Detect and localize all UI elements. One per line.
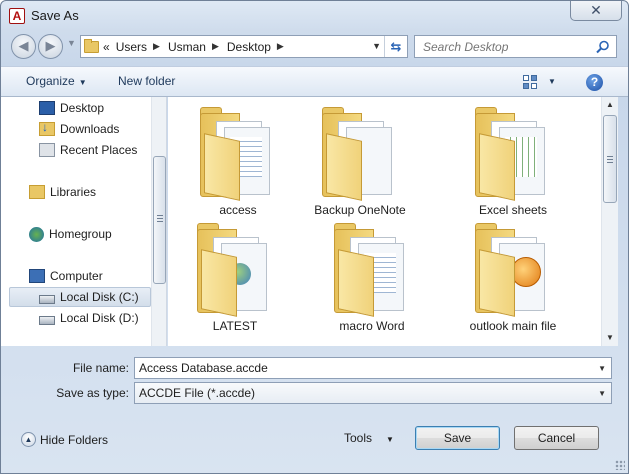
file-name-field[interactable]: Access Database.accde ▼: [134, 357, 612, 379]
scroll-down-icon[interactable]: ▼: [606, 333, 614, 342]
desktop-icon: [39, 101, 55, 115]
folder-icon: [197, 223, 271, 317]
nav-item-local-disk-d[interactable]: Local Disk (D:): [1, 308, 151, 328]
folder-item-backup-onenote[interactable]: Backup OneNote: [295, 99, 425, 217]
file-list-scroll-thumb[interactable]: [603, 115, 617, 203]
search-icon[interactable]: [596, 40, 610, 54]
hide-folders-button[interactable]: ▲ Hide Folders: [21, 432, 108, 447]
libraries-icon: [29, 185, 45, 199]
navigation-scrollbar[interactable]: [151, 97, 166, 346]
grip-icon: [607, 156, 613, 163]
save-button[interactable]: Save: [415, 426, 500, 450]
chevron-down-icon: ▼: [78, 78, 87, 87]
folder-label: LATEST: [212, 319, 258, 333]
change-view-icon[interactable]: [523, 75, 537, 89]
nav-item-homegroup[interactable]: Homegroup: [1, 224, 151, 244]
breadcrumb-separator-icon[interactable]: ▶: [212, 41, 219, 52]
folder-icon: [84, 38, 99, 53]
dialog-title: Save As: [31, 8, 79, 23]
chevron-down-icon: ▼: [386, 435, 394, 444]
nav-item-libraries[interactable]: Libraries: [1, 182, 151, 202]
folder-icon: [200, 107, 274, 201]
hide-folders-label: Hide Folders: [40, 432, 109, 447]
disk-icon: [39, 315, 55, 325]
help-icon[interactable]: ?: [586, 74, 603, 91]
folder-icon: [334, 223, 408, 317]
folder-label: macro Word: [339, 319, 405, 333]
address-bar[interactable]: « Users ▶ Usman ▶ Desktop ▶ ▼ ⇆: [80, 35, 408, 58]
folder-label: outlook main file: [469, 319, 557, 333]
nav-item-downloads[interactable]: Downloads: [1, 119, 151, 139]
collapse-up-icon: ▲: [21, 432, 36, 447]
search-input[interactable]: [423, 36, 598, 57]
nav-item-recent-places[interactable]: Recent Places: [1, 140, 151, 160]
tools-button[interactable]: Tools ▼: [344, 431, 394, 445]
computer-icon: [29, 269, 45, 283]
forward-arrow-icon: ▶: [45, 38, 56, 53]
new-folder-button[interactable]: New folder: [118, 74, 175, 88]
file-list-scrollbar[interactable]: ▲ ▼: [601, 97, 618, 346]
back-button[interactable]: ◀: [11, 34, 36, 59]
refresh-icon[interactable]: ⇆: [384, 36, 407, 57]
search-box[interactable]: [414, 35, 617, 58]
nav-item-computer[interactable]: Computer: [1, 266, 151, 286]
command-toolbar: Organize ▼ New folder ▼ ?: [1, 66, 628, 97]
tools-label: Tools: [344, 431, 373, 445]
save-as-type-label: Save as type:: [56, 386, 129, 400]
folder-icon: [322, 107, 396, 201]
save-as-type-select[interactable]: ACCDE File (*.accde) ▼: [134, 382, 612, 404]
nav-item-local-disk-c[interactable]: Local Disk (C:): [9, 287, 151, 307]
homegroup-icon: [29, 226, 44, 242]
nav-item-desktop[interactable]: Desktop: [1, 98, 151, 118]
navigation-pane: Desktop Downloads Recent Places Librarie…: [1, 97, 167, 346]
folder-icon: [475, 223, 549, 317]
scroll-up-icon[interactable]: ▲: [606, 100, 614, 109]
save-as-type-value: ACCDE File (*.accde): [139, 386, 256, 400]
close-button[interactable]: ✕: [570, 1, 622, 21]
breadcrumb-separator-icon[interactable]: ▶: [277, 41, 284, 52]
folder-icon: [475, 107, 549, 201]
cancel-button[interactable]: Cancel: [514, 426, 599, 450]
recent-locations-dropdown[interactable]: ▼: [67, 38, 76, 48]
access-app-icon: A: [9, 8, 25, 24]
address-dropdown-icon[interactable]: ▼: [372, 41, 381, 51]
folder-item-latest[interactable]: LATEST: [170, 215, 300, 333]
back-arrow-icon: ◀: [18, 38, 29, 53]
organize-button[interactable]: Organize ▼: [26, 74, 87, 88]
downloads-folder-icon: [39, 120, 55, 136]
breadcrumb-users[interactable]: Users: [116, 40, 147, 54]
breadcrumb-desktop[interactable]: Desktop: [227, 40, 271, 54]
file-name-label: File name:: [72, 361, 129, 375]
disk-icon: [39, 294, 55, 304]
file-name-value[interactable]: Access Database.accde: [139, 361, 268, 375]
save-as-dialog: A Save As ✕ ◀ ▶ ▼ « Users ▶ Usman ▶ Desk…: [0, 0, 629, 474]
navigation-scroll-thumb[interactable]: [153, 156, 166, 284]
breadcrumb-usman[interactable]: Usman: [168, 40, 206, 54]
view-options-dropdown-icon[interactable]: ▼: [548, 77, 556, 86]
folder-item-excel-sheets[interactable]: Excel sheets: [448, 99, 578, 217]
folder-item-macro-word[interactable]: macro Word: [307, 215, 437, 333]
breadcrumb-overflow[interactable]: «: [103, 40, 110, 54]
file-list: access Backup OneNote Excel sheets LATES…: [168, 97, 601, 346]
title-bar: A Save As ✕: [1, 1, 628, 31]
grip-icon: [157, 215, 163, 222]
chevron-down-icon[interactable]: ▼: [598, 364, 606, 373]
chevron-down-icon[interactable]: ▼: [598, 389, 606, 398]
organize-label: Organize: [26, 74, 75, 88]
recent-places-icon: [39, 143, 55, 157]
folder-item-access[interactable]: access: [173, 99, 303, 217]
forward-button[interactable]: ▶: [38, 34, 63, 59]
breadcrumb-separator-icon[interactable]: ▶: [153, 41, 160, 52]
folder-item-outlook-main-file[interactable]: outlook main file: [448, 215, 578, 333]
resize-grip-icon[interactable]: [615, 460, 625, 470]
